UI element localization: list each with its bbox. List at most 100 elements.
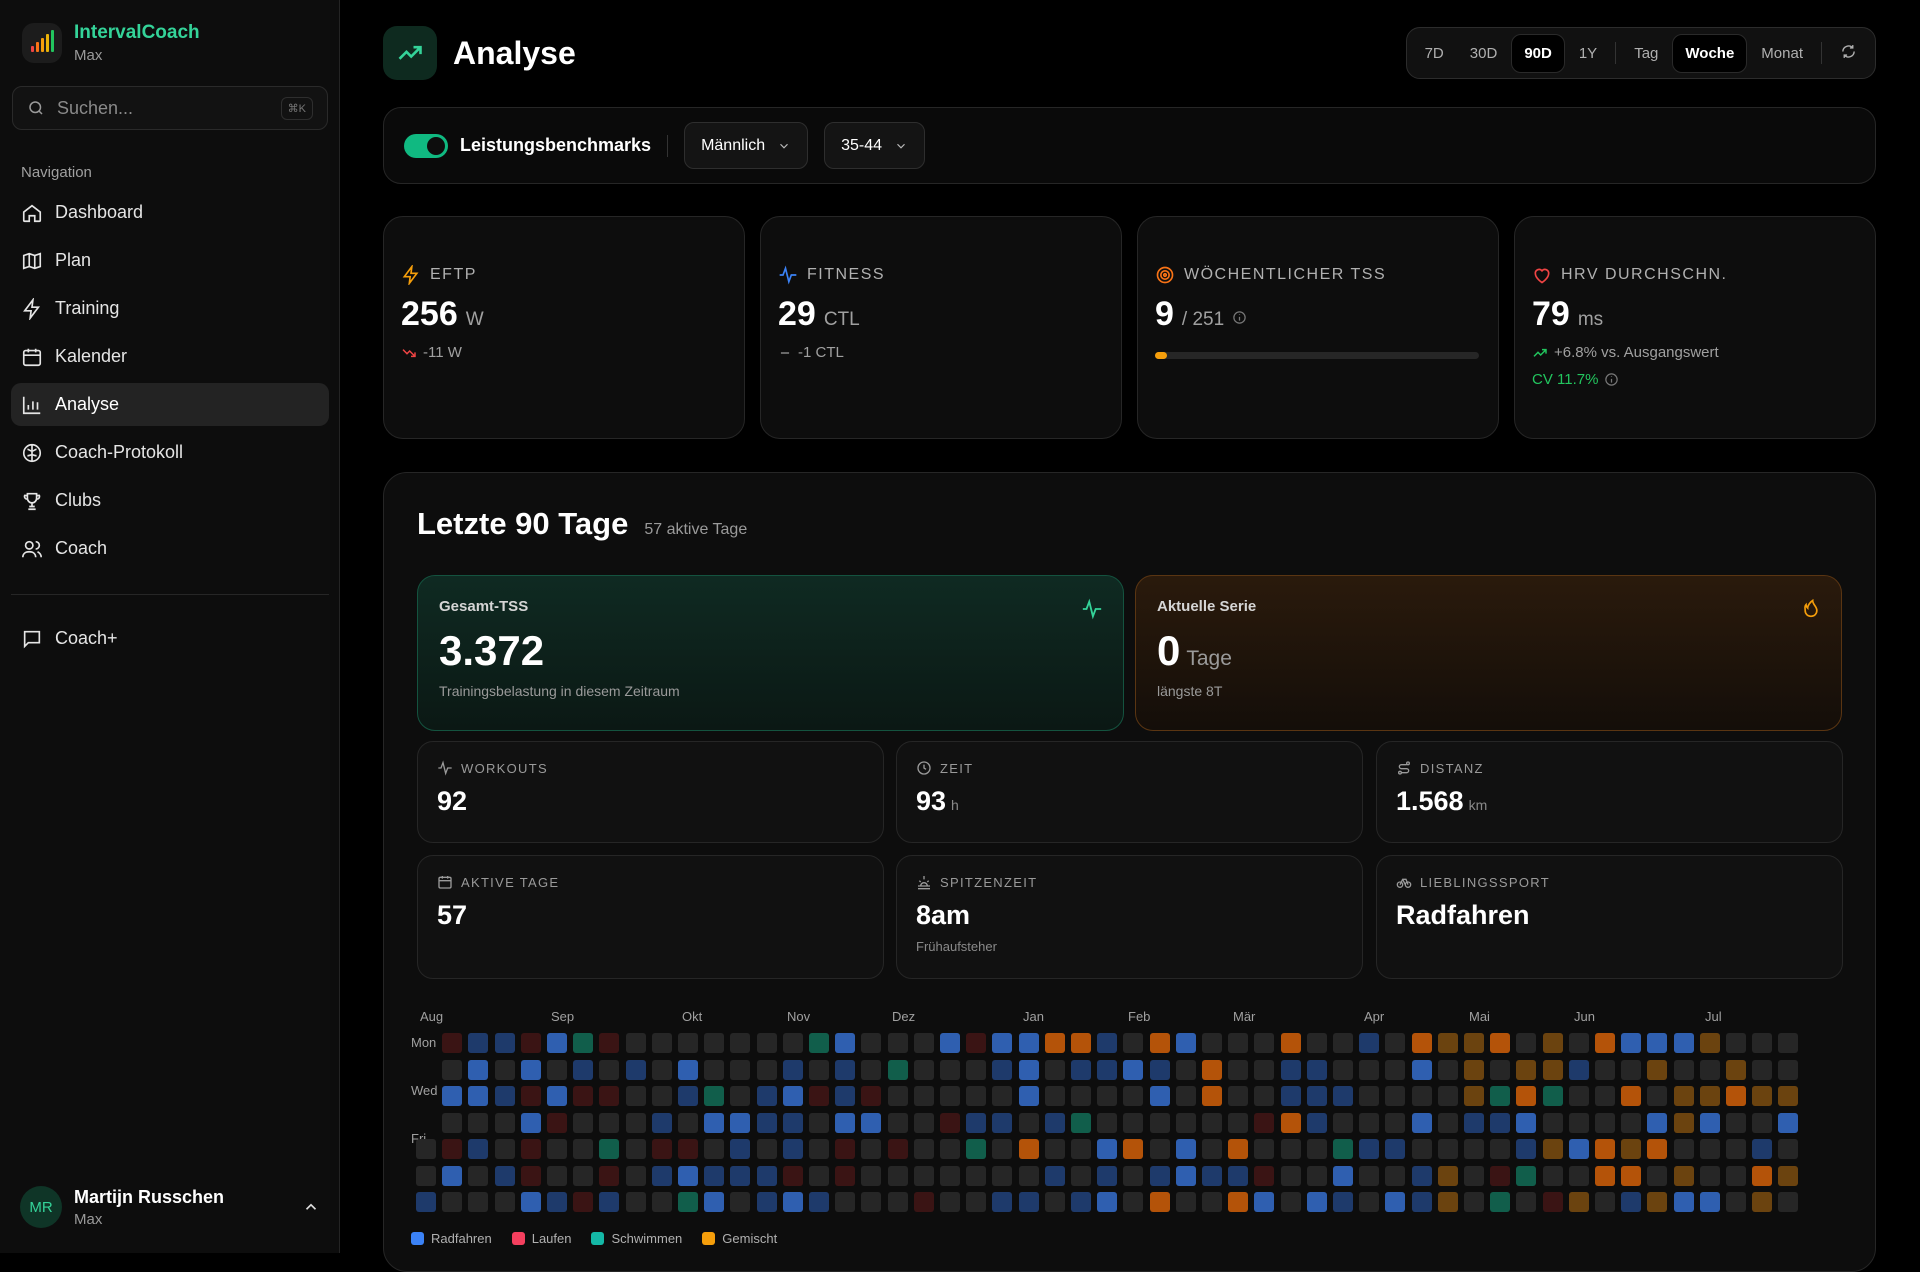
heatmap-cell[interactable] <box>1595 1112 1615 1133</box>
heatmap-cell[interactable] <box>1699 1139 1720 1159</box>
heatmap-cell[interactable] <box>599 1033 620 1053</box>
heatmap-cell[interactable] <box>468 1033 489 1053</box>
heatmap-cell[interactable] <box>1044 1192 1065 1212</box>
heatmap-cell[interactable] <box>1202 1192 1222 1212</box>
heatmap-cell[interactable] <box>1018 1059 1039 1080</box>
heatmap-cell[interactable] <box>1516 1192 1537 1212</box>
heatmap-cell[interactable] <box>1568 1033 1589 1053</box>
heatmap-cell[interactable] <box>1175 1086 1196 1106</box>
heatmap-cell[interactable] <box>520 1139 541 1159</box>
heatmap-cell[interactable] <box>1726 1165 1746 1186</box>
heatmap-cell[interactable] <box>913 1086 934 1106</box>
heatmap-cell[interactable] <box>1175 1139 1196 1159</box>
heatmap-cell[interactable] <box>416 1165 436 1186</box>
heatmap-cell[interactable] <box>1228 1086 1249 1106</box>
heatmap-cell[interactable] <box>704 1059 725 1080</box>
heatmap-cell[interactable] <box>1359 1192 1380 1212</box>
heatmap-cell[interactable] <box>913 1139 934 1159</box>
heatmap-cell[interactable] <box>835 1033 856 1053</box>
heatmap-cell[interactable] <box>1464 1165 1484 1186</box>
heatmap-cell[interactable] <box>599 1059 620 1080</box>
heatmap-cell[interactable] <box>730 1086 751 1106</box>
heatmap-cell[interactable] <box>835 1165 856 1186</box>
heatmap-cell[interactable] <box>1097 1086 1118 1106</box>
heatmap-cell[interactable] <box>940 1165 960 1186</box>
heatmap-cell[interactable] <box>1333 1192 1353 1212</box>
heatmap-cell[interactable] <box>809 1112 829 1133</box>
heatmap-cell[interactable] <box>809 1059 829 1080</box>
heatmap-cell[interactable] <box>1123 1139 1144 1159</box>
heatmap-cell[interactable] <box>1306 1165 1327 1186</box>
total-tss-card[interactable]: Gesamt-TSS 3.372 Trainingsbelastung in d… <box>417 575 1124 731</box>
heatmap-cell[interactable] <box>1647 1033 1668 1053</box>
heatmap-cell[interactable] <box>1595 1086 1615 1106</box>
heatmap-cell[interactable] <box>1752 1192 1773 1212</box>
heatmap-cell[interactable] <box>442 1059 463 1080</box>
heatmap-cell[interactable] <box>1699 1165 1720 1186</box>
heatmap-cell[interactable] <box>1333 1059 1353 1080</box>
heatmap-cell[interactable] <box>1306 1059 1327 1080</box>
sidebar-item-coach-plus[interactable]: Coach+ <box>11 617 329 660</box>
heatmap-cell[interactable] <box>966 1059 987 1080</box>
heatmap-cell[interactable] <box>1726 1139 1746 1159</box>
heatmap-cell[interactable] <box>1516 1165 1537 1186</box>
heatmap-cell[interactable] <box>1673 1192 1694 1212</box>
chevron-up-icon[interactable] <box>302 1198 320 1216</box>
search-box[interactable]: ⌘K <box>12 86 328 130</box>
heatmap-cell[interactable] <box>861 1112 882 1133</box>
heatmap-cell[interactable] <box>494 1112 515 1133</box>
heatmap-cell[interactable] <box>1044 1165 1065 1186</box>
heatmap-cell[interactable] <box>1752 1165 1773 1186</box>
heatmap-cell[interactable] <box>573 1033 594 1053</box>
heatmap-cell[interactable] <box>992 1086 1013 1106</box>
heatmap-cell[interactable] <box>1411 1139 1432 1159</box>
heatmap-cell[interactable] <box>1280 1112 1301 1133</box>
heatmap-cell[interactable] <box>1044 1139 1065 1159</box>
heatmap-cell[interactable] <box>1568 1112 1589 1133</box>
heatmap-cell[interactable] <box>1595 1033 1615 1053</box>
stat-card-workouts[interactable]: WORKOUTS 92 <box>417 741 884 843</box>
heatmap-cell[interactable] <box>1568 1139 1589 1159</box>
sidebar-item-coach-protokoll[interactable]: Coach-Protokoll <box>11 431 329 474</box>
heatmap-cell[interactable] <box>678 1165 698 1186</box>
heatmap-cell[interactable] <box>861 1033 882 1053</box>
heatmap-cell[interactable] <box>992 1112 1013 1133</box>
heatmap-cell[interactable] <box>1280 1165 1301 1186</box>
heatmap-cell[interactable] <box>1595 1165 1615 1186</box>
heatmap-cell[interactable] <box>442 1086 463 1106</box>
heatmap-cell[interactable] <box>1228 1112 1249 1133</box>
heatmap-cell[interactable] <box>1621 1059 1642 1080</box>
heatmap-cell[interactable] <box>1359 1165 1380 1186</box>
heatmap-cell[interactable] <box>966 1192 987 1212</box>
heatmap-cell[interactable] <box>1752 1139 1773 1159</box>
heatmap-cell[interactable] <box>913 1059 934 1080</box>
heatmap-cell[interactable] <box>704 1033 725 1053</box>
heatmap-cell[interactable] <box>1490 1033 1511 1053</box>
heatmap-cell[interactable] <box>1071 1033 1091 1053</box>
heatmap-cell[interactable] <box>678 1139 698 1159</box>
heatmap-cell[interactable] <box>1280 1192 1301 1212</box>
heatmap-cell[interactable] <box>1542 1139 1563 1159</box>
heatmap-cell[interactable] <box>1464 1139 1484 1159</box>
heatmap-cell[interactable] <box>1071 1112 1091 1133</box>
heatmap-cell[interactable] <box>1490 1139 1511 1159</box>
heatmap-cell[interactable] <box>494 1165 515 1186</box>
stat-card-distanz[interactable]: DISTANZ 1.568 km <box>1376 741 1843 843</box>
heatmap-cell[interactable] <box>468 1059 489 1080</box>
heatmap-cell[interactable] <box>992 1192 1013 1212</box>
heatmap-cell[interactable] <box>966 1139 987 1159</box>
heatmap-cell[interactable] <box>1490 1059 1511 1080</box>
heatmap-cell[interactable] <box>966 1165 987 1186</box>
heatmap-cell[interactable] <box>1437 1086 1458 1106</box>
heatmap-cell[interactable] <box>861 1059 882 1080</box>
heatmap-cell[interactable] <box>1516 1086 1537 1106</box>
heatmap-cell[interactable] <box>756 1059 777 1080</box>
heatmap-cell[interactable] <box>1385 1165 1406 1186</box>
heatmap-cell[interactable] <box>966 1086 987 1106</box>
heatmap-cell[interactable] <box>1149 1112 1170 1133</box>
heatmap-cell[interactable] <box>730 1139 751 1159</box>
heatmap-cell[interactable] <box>940 1033 960 1053</box>
heatmap-cell[interactable] <box>1752 1086 1773 1106</box>
gender-select[interactable]: Männlich <box>684 122 809 169</box>
heatmap-cell[interactable] <box>1621 1086 1642 1106</box>
